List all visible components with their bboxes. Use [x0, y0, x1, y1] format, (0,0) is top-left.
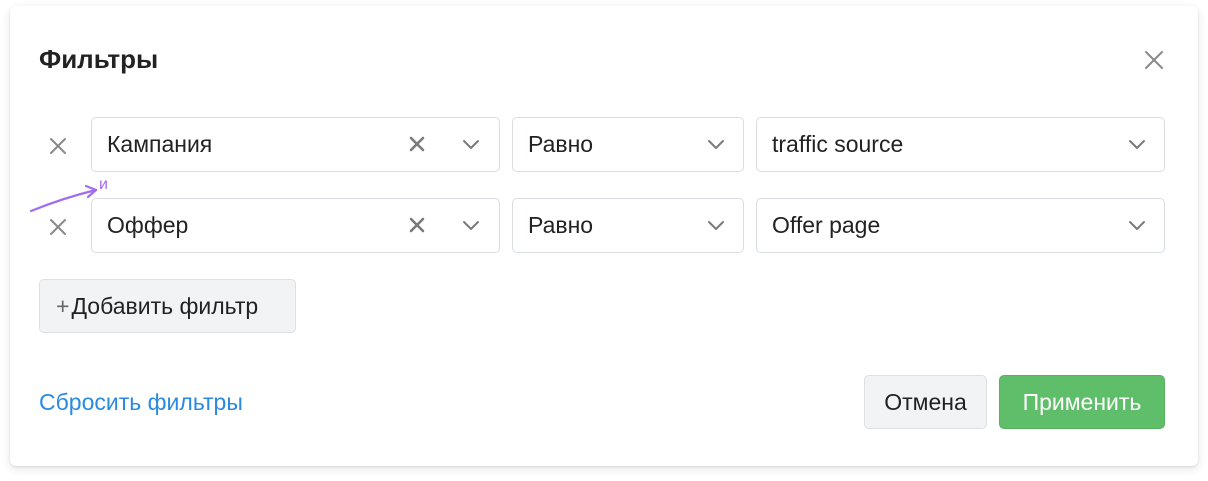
chevron-down-icon [462, 217, 480, 235]
filter-2-value: Offer page [772, 212, 881, 238]
filters-dialog: Фильтры Кампания Равно traffic source и … [10, 6, 1198, 466]
filter-2-operator-value: Равно [528, 212, 594, 238]
chevron-down-icon [707, 136, 725, 154]
close-icon [1145, 51, 1163, 69]
chevron-down-icon [462, 136, 480, 154]
filter-1-operator-value: Равно [528, 131, 594, 157]
filter-2-operator-select[interactable]: Равно [512, 198, 744, 253]
filter-connector-label: и [99, 176, 108, 193]
clear-icon[interactable] [408, 135, 426, 153]
filter-2-value-select[interactable]: Offer page [756, 198, 1165, 253]
close-dialog-button[interactable] [1140, 46, 1168, 74]
remove-filter-1-button[interactable] [46, 134, 70, 158]
add-filter-label: Добавить фильтр [71, 293, 259, 319]
dialog-title: Фильтры [39, 44, 159, 74]
filter-1-field-select[interactable]: Кампания [91, 117, 500, 172]
apply-button[interactable]: Применить [999, 375, 1165, 429]
filter-1-value-select[interactable]: traffic source [756, 117, 1165, 172]
plus-icon: + [56, 293, 70, 319]
filter-1-operator-select[interactable]: Равно [512, 117, 744, 172]
cancel-button[interactable]: Отмена [864, 375, 987, 429]
close-icon [50, 138, 66, 154]
chevron-down-icon [1128, 136, 1146, 154]
chevron-down-icon [707, 217, 725, 235]
remove-filter-2-button[interactable] [46, 215, 70, 239]
add-filter-button[interactable]: +Добавить фильтр [39, 279, 296, 333]
filter-1-value: traffic source [772, 131, 904, 157]
chevron-down-icon [1128, 217, 1146, 235]
clear-icon[interactable] [408, 216, 426, 234]
reset-filters-link[interactable]: Сбросить фильтры [39, 388, 243, 416]
filter-2-field-select[interactable]: Оффер [91, 198, 500, 253]
close-icon [50, 219, 66, 235]
filter-2-field-value: Оффер [107, 212, 189, 238]
filter-1-field-value: Кампания [107, 131, 213, 157]
